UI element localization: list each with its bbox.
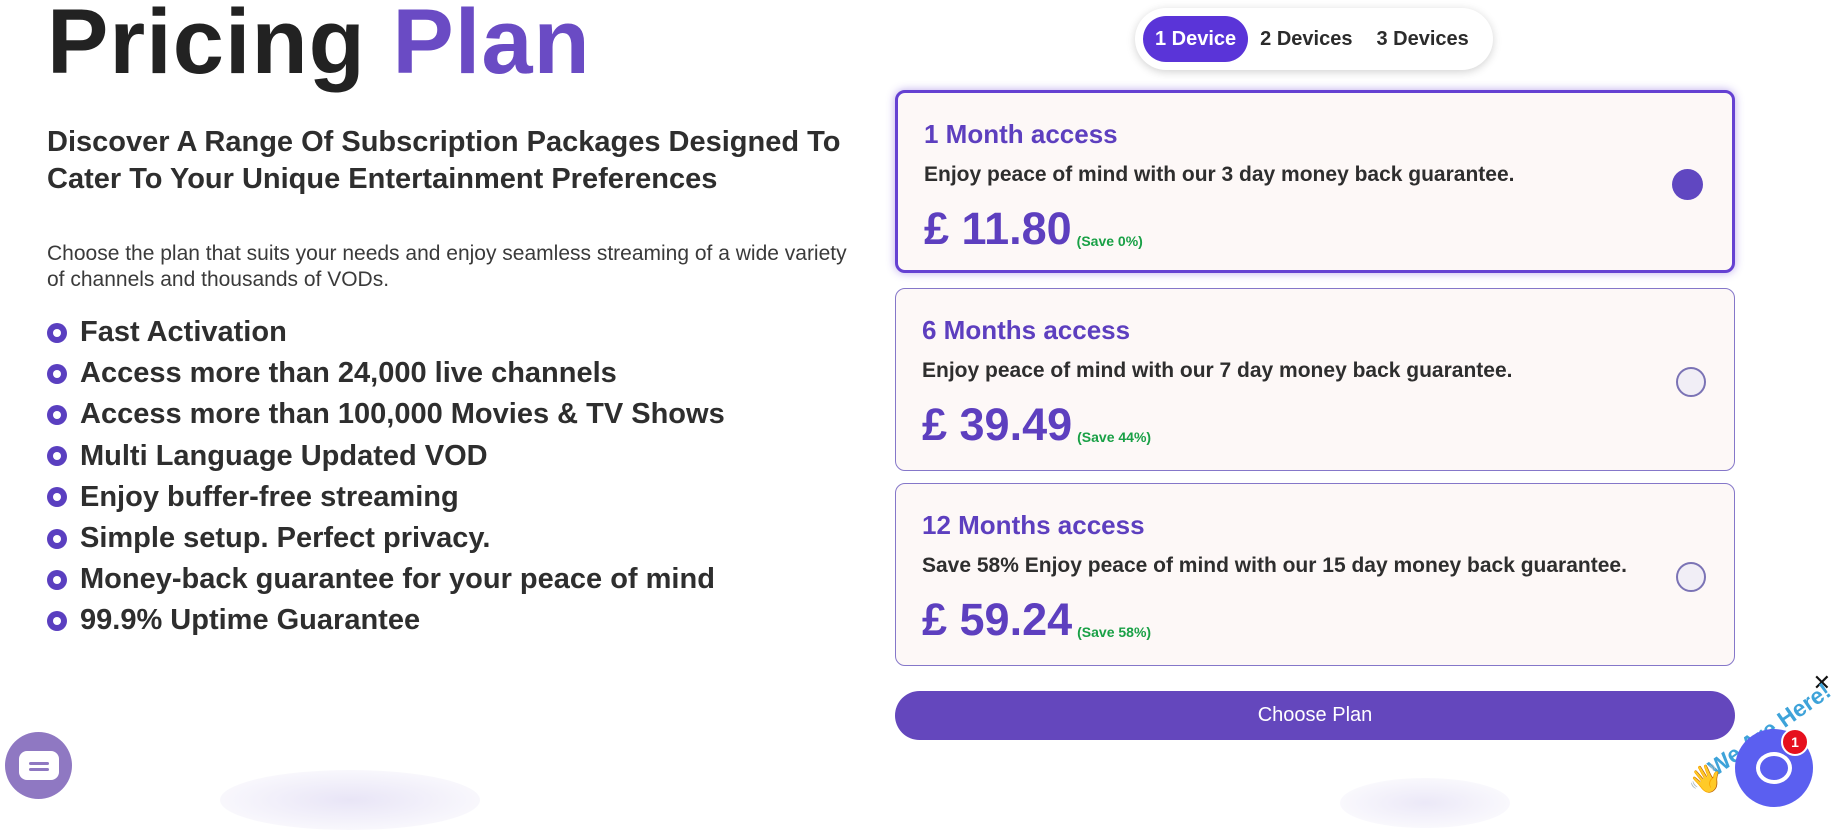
price-amount: £ 39.49 xyxy=(922,399,1073,450)
device-option-1[interactable]: 1 Device xyxy=(1143,16,1249,62)
title-part-2: Plan xyxy=(392,0,591,93)
page-title: Pricing Plan xyxy=(47,0,591,88)
background-glow xyxy=(1340,778,1510,828)
feature-label: Enjoy buffer-free streaming xyxy=(80,480,459,513)
bullet-circle-icon xyxy=(47,363,67,384)
bullet-circle-icon xyxy=(47,487,67,508)
background-glow xyxy=(220,770,480,830)
title-part-1: Pricing xyxy=(47,0,366,93)
plan-description: Save 58% Enjoy peace of mind with our 15… xyxy=(922,554,1627,577)
feature-item: Enjoy buffer-free streaming xyxy=(47,477,725,518)
plan-description: Enjoy peace of mind with our 7 day money… xyxy=(922,359,1513,382)
plan-name: 1 Month access xyxy=(924,119,1118,149)
plan-card-1-month[interactable]: 1 Month access Enjoy peace of mind with … xyxy=(895,90,1735,273)
chat-launcher-left[interactable] xyxy=(5,732,72,799)
feature-list: Fast Activation Access more than 24,000 … xyxy=(47,312,725,642)
bullet-circle-icon xyxy=(47,610,67,631)
plan-price: £ 39.49 (Save 44%) xyxy=(922,401,1151,449)
feature-label: Simple setup. Perfect privacy. xyxy=(80,522,491,555)
chat-bubble-icon xyxy=(1756,752,1792,784)
bullet-circle-icon xyxy=(47,446,67,467)
notification-badge: 1 xyxy=(1781,728,1809,756)
radio-icon[interactable] xyxy=(1676,562,1706,592)
save-badge: (Save 0%) xyxy=(1076,233,1143,249)
page-description: Choose the plan that suits your needs an… xyxy=(47,242,847,291)
feature-label: Multi Language Updated VOD xyxy=(80,439,488,472)
feature-label: Access more than 24,000 live channels xyxy=(80,357,617,390)
chat-bubble-icon xyxy=(18,751,59,780)
feature-item: 99.9% Uptime Guarantee xyxy=(47,600,725,641)
plan-card-12-months[interactable]: 12 Months access Save 58% Enjoy peace of… xyxy=(895,483,1735,666)
bullet-circle-icon xyxy=(47,404,67,425)
radio-icon[interactable] xyxy=(1672,169,1703,200)
price-amount: £ 11.80 xyxy=(924,203,1072,254)
feature-label: Fast Activation xyxy=(80,316,287,349)
feature-label: Access more than 100,000 Movies & TV Sho… xyxy=(80,398,725,431)
plan-price: £ 11.80 (Save 0%) xyxy=(924,205,1143,253)
plan-name: 6 Months access xyxy=(922,315,1131,345)
bullet-circle-icon xyxy=(47,528,67,549)
device-option-3[interactable]: 3 Devices xyxy=(1364,16,1480,62)
feature-label: 99.9% Uptime Guarantee xyxy=(80,604,421,637)
plan-price: £ 59.24 (Save 58%) xyxy=(922,596,1151,644)
save-badge: (Save 44%) xyxy=(1077,429,1152,445)
feature-item: Access more than 24,000 live channels xyxy=(47,353,725,394)
bullet-circle-icon xyxy=(47,322,67,343)
feature-item: Fast Activation xyxy=(47,312,725,353)
plan-name: 12 Months access xyxy=(922,510,1145,540)
plan-description: Enjoy peace of mind with our 3 day money… xyxy=(924,163,1515,186)
bullet-circle-icon xyxy=(47,569,67,590)
feature-item: Simple setup. Perfect privacy. xyxy=(47,518,725,559)
device-toggle: 1 Device 2 Devices 3 Devices xyxy=(1135,8,1493,70)
feature-item: Money-back guarantee for your peace of m… xyxy=(47,559,725,600)
waving-hand-icon: 👋 xyxy=(1688,763,1723,794)
plan-card-6-months[interactable]: 6 Months access Enjoy peace of mind with… xyxy=(895,288,1735,471)
radio-icon[interactable] xyxy=(1676,367,1706,397)
price-amount: £ 59.24 xyxy=(922,594,1073,645)
feature-item: Multi Language Updated VOD xyxy=(47,436,725,477)
feature-label: Money-back guarantee for your peace of m… xyxy=(80,563,715,596)
feature-item: Access more than 100,000 Movies & TV Sho… xyxy=(47,394,725,435)
page-subtitle: Discover A Range Of Subscription Package… xyxy=(47,126,841,195)
choose-plan-button[interactable]: Choose Plan xyxy=(895,691,1735,740)
device-option-2[interactable]: 2 Devices xyxy=(1248,16,1364,62)
save-badge: (Save 58%) xyxy=(1077,624,1152,640)
